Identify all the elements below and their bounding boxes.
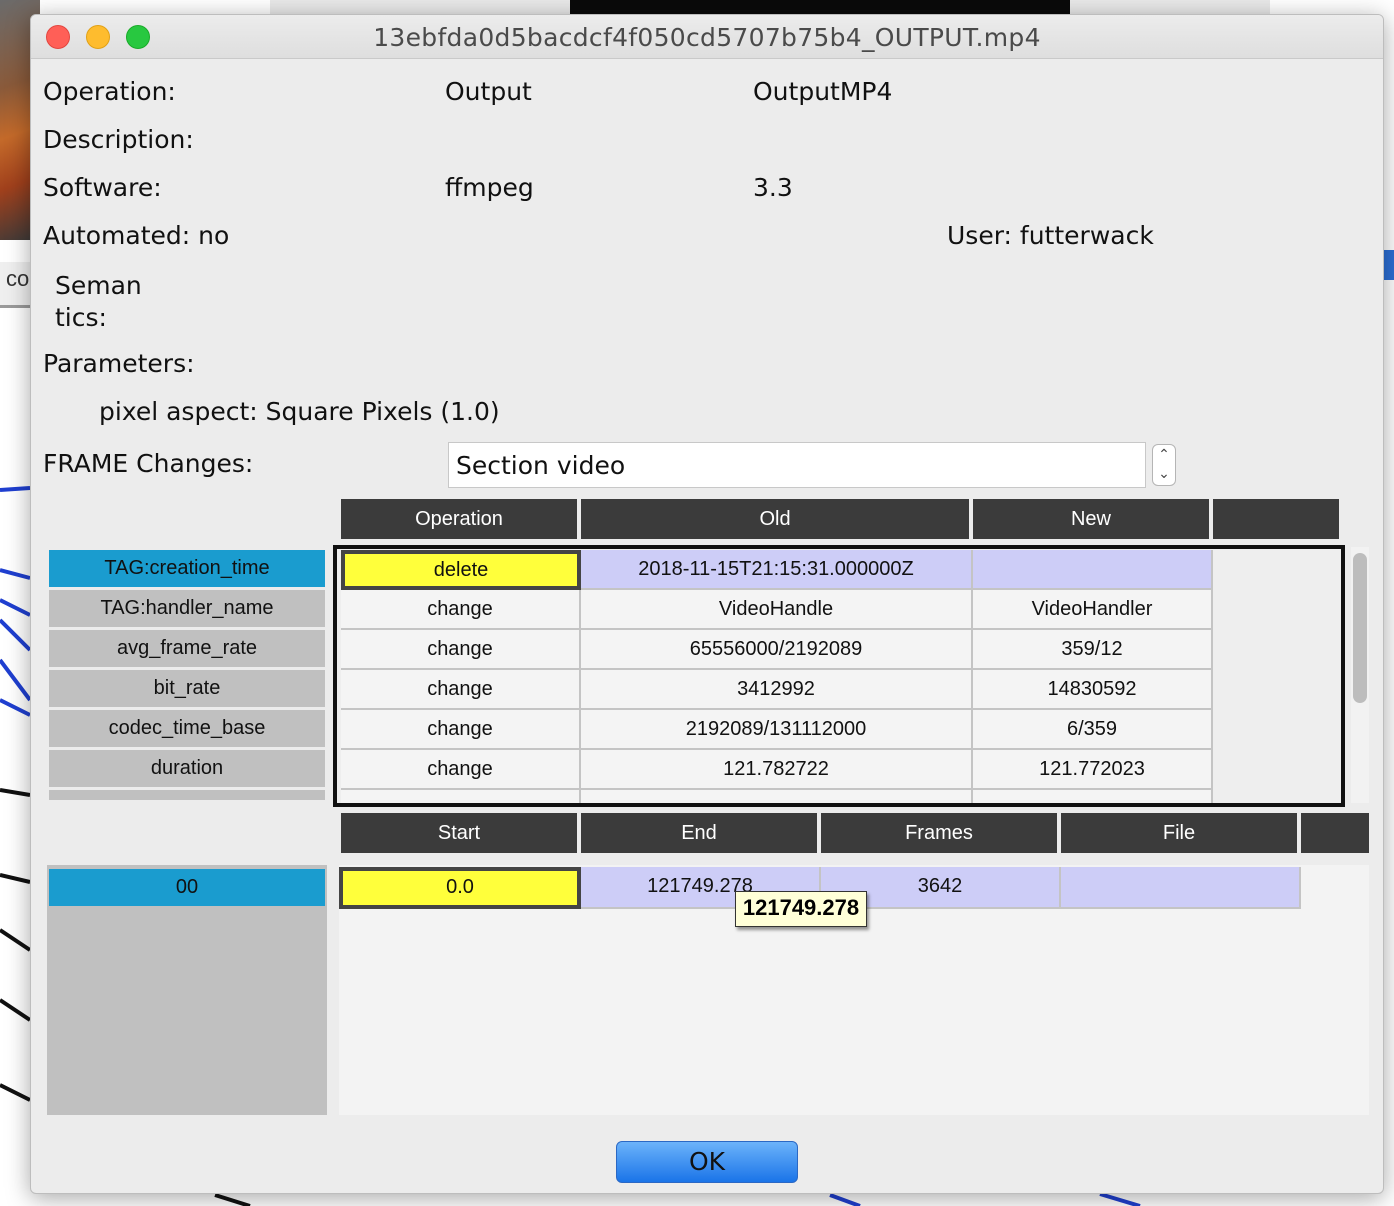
- software-version: 3.3: [753, 173, 793, 202]
- description-label: Description:: [43, 125, 194, 154]
- chevron-down-icon[interactable]: ⌄: [1153, 464, 1175, 483]
- software-label: Software:: [43, 173, 162, 202]
- row-header-handler-name[interactable]: TAG:handler_name: [49, 590, 325, 627]
- cell-operation[interactable]: change: [341, 750, 581, 790]
- row-header-partial[interactable]: [49, 790, 325, 800]
- cell-operation[interactable]: change: [341, 670, 581, 710]
- column-header-file[interactable]: File: [1061, 813, 1297, 853]
- cell-operation[interactable]: delete: [341, 550, 581, 590]
- user-label: User: futterwack: [947, 221, 1154, 250]
- operation-dialog: 13ebfda0d5bacdcf4f050cd5707b75b4_OUTPUT.…: [30, 14, 1384, 1194]
- operation-value: Output: [445, 77, 532, 106]
- row-header-codec-time-base[interactable]: codec_time_base: [49, 710, 325, 747]
- column-header-operation[interactable]: Operation: [341, 499, 577, 539]
- software-name: ffmpeg: [445, 173, 534, 202]
- cell-tooltip: 121749.278: [735, 891, 867, 927]
- ok-button[interactable]: OK: [616, 1141, 798, 1183]
- column-header-new[interactable]: New: [973, 499, 1209, 539]
- frame-changes-select[interactable]: Section video: [448, 442, 1146, 488]
- frame-changes-stepper[interactable]: ⌃ ⌄: [1152, 444, 1176, 486]
- column-header-old[interactable]: Old: [581, 499, 969, 539]
- cell-operation[interactable]: change: [341, 710, 581, 750]
- parameter-item: pixel aspect: Square Pixels (1.0): [99, 397, 500, 426]
- column-header-end[interactable]: End: [581, 813, 817, 853]
- cell-new[interactable]: 6/359: [973, 710, 1213, 750]
- cell-new[interactable]: 121.772023: [973, 750, 1213, 790]
- cell-new[interactable]: 359/12: [973, 630, 1213, 670]
- row-header-creation-time[interactable]: TAG:creation_time: [49, 550, 325, 587]
- cell-new[interactable]: 14830592: [973, 670, 1213, 710]
- column-header-extra[interactable]: [1301, 813, 1369, 853]
- operation-label: Operation:: [43, 77, 176, 106]
- operation-detail: OutputMP4: [753, 77, 893, 106]
- semantics-label-line1: Seman: [55, 271, 142, 300]
- frame-changes-label: FRAME Changes:: [43, 449, 254, 478]
- cell-old[interactable]: 2018-11-15T21:15:31.000000Z: [581, 550, 973, 590]
- cell-start[interactable]: 0.0: [339, 867, 581, 909]
- title-bar[interactable]: 13ebfda0d5bacdcf4f050cd5707b75b4_OUTPUT.…: [31, 15, 1383, 59]
- semantics-label-line2: tics:: [55, 303, 107, 332]
- window-title: 13ebfda0d5bacdcf4f050cd5707b75b4_OUTPUT.…: [373, 23, 1041, 52]
- cell-partial[interactable]: [341, 790, 581, 803]
- cell-file[interactable]: [1061, 867, 1301, 909]
- row-header-duration[interactable]: duration: [49, 750, 325, 787]
- changes-table[interactable]: delete 2018-11-15T21:15:31.000000Z chang…: [333, 545, 1345, 807]
- column-header-start[interactable]: Start: [341, 813, 577, 853]
- cell-old[interactable]: 65556000/2192089: [581, 630, 973, 670]
- cell-operation[interactable]: change: [341, 590, 581, 630]
- cell-old[interactable]: 121.782722: [581, 750, 973, 790]
- automated-status: Automated: no: [43, 221, 230, 250]
- column-header-frames[interactable]: Frames: [821, 813, 1057, 853]
- changes-scrollbar[interactable]: [1351, 547, 1369, 803]
- cell-partial[interactable]: [973, 790, 1213, 803]
- frame-changes-selected-value: Section video: [456, 451, 626, 480]
- cell-new[interactable]: VideoHandler: [973, 590, 1213, 630]
- parameters-label: Parameters:: [43, 349, 195, 378]
- cell-new[interactable]: [973, 550, 1213, 590]
- row-header-section-00[interactable]: 00: [49, 869, 325, 906]
- row-header-bit-rate[interactable]: bit_rate: [49, 670, 325, 707]
- scrollbar-thumb[interactable]: [1353, 553, 1367, 703]
- chevron-up-icon[interactable]: ⌃: [1153, 445, 1175, 464]
- cell-old[interactable]: 3412992: [581, 670, 973, 710]
- cell-partial[interactable]: [581, 790, 973, 803]
- row-header-avg-frame-rate[interactable]: avg_frame_rate: [49, 630, 325, 667]
- cell-old[interactable]: 2192089/131112000: [581, 710, 973, 750]
- cell-old[interactable]: VideoHandle: [581, 590, 973, 630]
- cell-operation[interactable]: change: [341, 630, 581, 670]
- column-header-extra[interactable]: [1213, 499, 1339, 539]
